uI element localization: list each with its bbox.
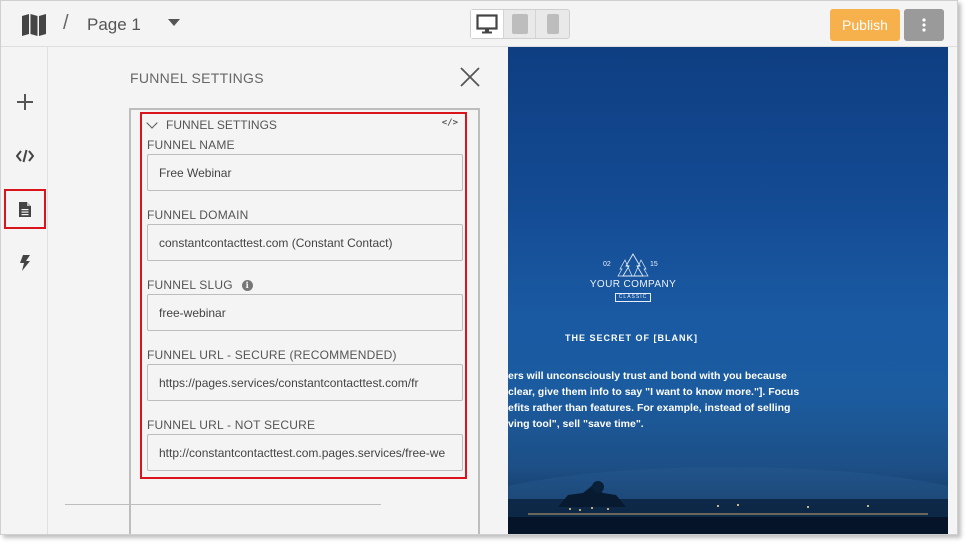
app-window: / Page 1 Publish FUNNEL SETTINGS FUNNEL … (0, 0, 958, 535)
preview-body-line: clear, give them info to say "I want to … (508, 386, 800, 398)
device-switcher (470, 9, 570, 39)
logo-right-number: 15 (650, 261, 658, 268)
chevron-down-icon[interactable] (168, 19, 180, 26)
automation-button[interactable] (4, 243, 46, 283)
preview-headline: THE SECRET OF [BLANK] (565, 333, 698, 343)
section-title: FUNNEL SETTINGS (166, 118, 277, 132)
page-preview[interactable]: 02 15 YOUR COMPANY CLASSIC THE SECRET OF… (508, 47, 948, 534)
chevron-down-icon (146, 117, 158, 129)
desktop-view-button[interactable] (471, 10, 504, 38)
settings-card: FUNNEL SETTINGS </> FUNNEL NAME Free Web… (129, 108, 480, 534)
mobile-view-button[interactable] (536, 10, 569, 38)
night-sky-background (508, 467, 948, 534)
funnel-slug-input[interactable]: free-webinar (147, 294, 463, 331)
section-header[interactable]: FUNNEL SETTINGS (146, 117, 277, 132)
funnel-name-label: FUNNEL NAME (147, 138, 235, 152)
funnel-slug-label: FUNNEL SLUG (147, 278, 233, 292)
lightning-icon (19, 255, 30, 271)
breadcrumb-separator: / (63, 12, 69, 34)
logo-classic-badge: CLASSIC (615, 293, 651, 302)
page-name[interactable]: Page 1 (87, 15, 141, 35)
code-button[interactable] (4, 136, 46, 176)
preview-body-text: ers will unconsciously trust and bond wi… (508, 368, 800, 432)
logo-left-number: 02 (603, 261, 611, 268)
tablet-icon (511, 14, 528, 34)
preview-body-line: ving tool", sell "save time". (508, 418, 644, 430)
logo-company-name: YOUR COMPANY (589, 279, 677, 290)
funnel-url-not-secure-label: FUNNEL URL - NOT SECURE (147, 418, 316, 432)
document-icon (19, 201, 31, 217)
right-edge-strip (948, 47, 957, 534)
left-toolbar (1, 47, 48, 534)
funnel-domain-label: FUNNEL DOMAIN (147, 208, 249, 222)
funnel-settings-section: FUNNEL SETTINGS </> FUNNEL NAME Free Web… (140, 112, 467, 479)
code-icon[interactable]: </> (442, 118, 458, 128)
map-icon[interactable] (21, 13, 47, 37)
vertical-dots-icon (922, 18, 926, 32)
plus-icon (17, 94, 33, 110)
publish-button[interactable]: Publish (830, 9, 900, 41)
funnel-url-not-secure-field[interactable]: http://constantcontacttest.com.pages.ser… (147, 434, 463, 471)
funnel-domain-select[interactable]: constantcontacttest.com (Constant Contac… (147, 224, 463, 261)
funnel-slug-label-row: FUNNEL SLUG i (147, 278, 253, 292)
funnel-url-secure-field[interactable]: https://pages.services/constantcontactte… (147, 364, 463, 401)
preview-body-line: ers will unconsciously trust and bond wi… (508, 370, 787, 382)
add-element-button[interactable] (4, 82, 46, 122)
funnel-url-secure-label: FUNNEL URL - SECURE (RECOMMENDED) (147, 348, 397, 362)
tablet-view-button[interactable] (504, 10, 537, 38)
top-bar: / Page 1 Publish (1, 1, 957, 47)
desktop-icon (476, 14, 498, 34)
code-icon (16, 149, 34, 163)
more-options-button[interactable] (904, 9, 944, 41)
funnel-settings-panel: FUNNEL SETTINGS FUNNEL SETTINGS </> FUNN… (49, 47, 508, 534)
mobile-icon (546, 14, 559, 34)
close-icon[interactable] (459, 66, 481, 88)
funnel-name-input[interactable]: Free Webinar (147, 154, 463, 191)
preview-body-line: efits rather than features. For example,… (508, 402, 791, 414)
divider (65, 504, 381, 505)
page-settings-button[interactable] (4, 189, 46, 229)
info-icon[interactable]: i (241, 279, 253, 291)
panel-title: FUNNEL SETTINGS (130, 70, 264, 86)
